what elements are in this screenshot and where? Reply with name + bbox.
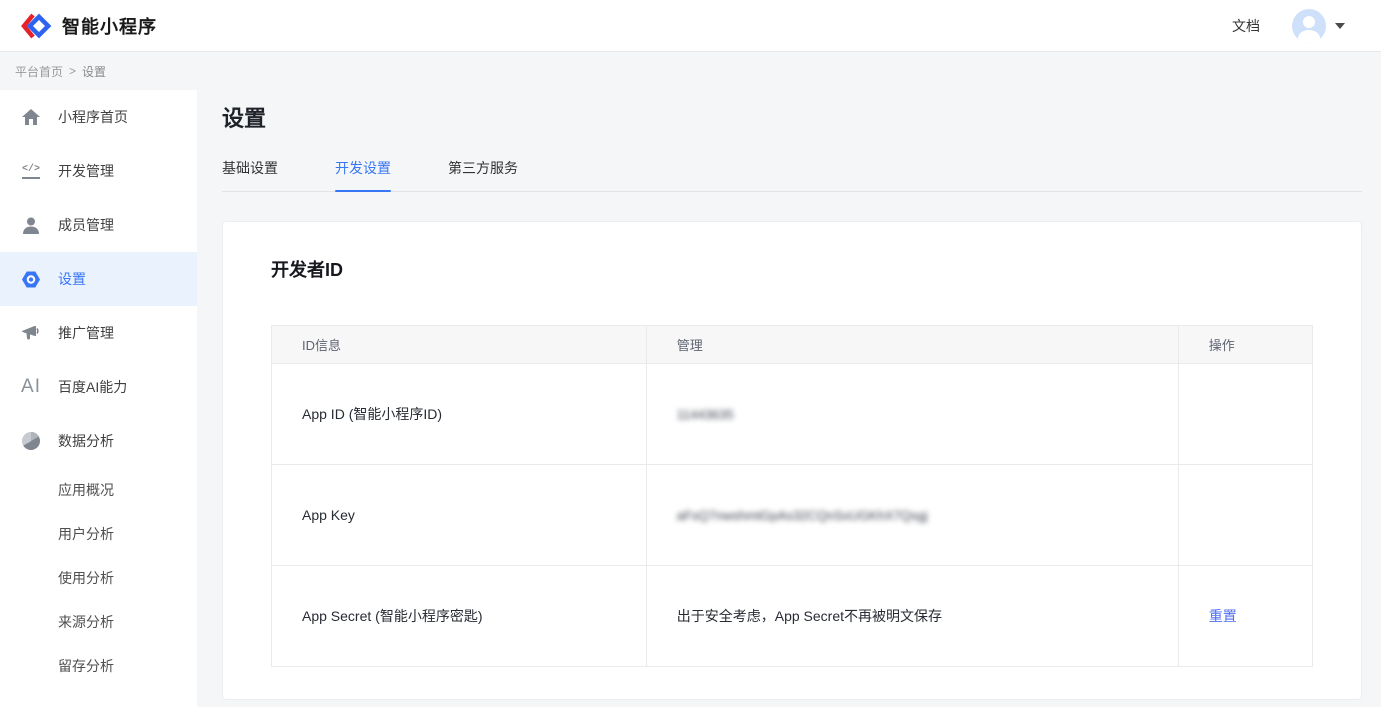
- tab-third-party[interactable]: 第三方服务: [448, 158, 518, 191]
- sidebar-subitem-retention-analysis[interactable]: 留存分析: [0, 644, 197, 688]
- docs-link[interactable]: 文档: [1232, 16, 1260, 36]
- sidebar-subitem-source-analysis[interactable]: 来源分析: [0, 600, 197, 644]
- brand-logo-icon: [20, 11, 52, 41]
- app-secret-label: App Secret (智能小程序密匙): [272, 566, 647, 667]
- top-header: 智能小程序 文档: [0, 0, 1381, 52]
- main-content: 设置 基础设置 开发设置 第三方服务 开发者ID ID信息 管理 操作: [197, 90, 1381, 707]
- column-header-action: 操作: [1178, 326, 1312, 364]
- sidebar-subitem-label: 来源分析: [58, 612, 114, 632]
- sidebar-subitem-app-overview[interactable]: 应用概况: [0, 468, 197, 512]
- page-title: 设置: [222, 104, 1362, 134]
- sidebar: 小程序首页 </> 开发管理 成员管理 设置 推广管理: [0, 90, 197, 707]
- sidebar-item-baidu-ai[interactable]: AI 百度AI能力: [0, 360, 197, 414]
- column-header-id-info: ID信息: [272, 326, 647, 364]
- app-key-value: aFsQ7nwshmtGpAs32CQnSxUGKhX7Qsgj: [677, 508, 928, 523]
- sidebar-subitem-user-analysis[interactable]: 用户分析: [0, 512, 197, 556]
- app-id-action-cell: [1178, 364, 1312, 465]
- sidebar-item-dev-manage[interactable]: </> 开发管理: [0, 144, 197, 198]
- table-row-app-secret: App Secret (智能小程序密匙) 出于安全考虑，App Secret不再…: [272, 566, 1313, 667]
- card-heading: 开发者ID: [271, 256, 1313, 282]
- sidebar-item-label: 成员管理: [58, 215, 114, 235]
- sidebar-subitem-label: 应用概况: [58, 480, 114, 500]
- ai-icon: AI: [22, 377, 40, 397]
- app-secret-note: 出于安全考虑，App Secret不再被明文保存: [677, 608, 942, 624]
- column-header-manage: 管理: [646, 326, 1178, 364]
- caret-down-icon[interactable]: [1335, 23, 1345, 29]
- tab-bar: 基础设置 开发设置 第三方服务: [222, 158, 1362, 192]
- sidebar-item-members[interactable]: 成员管理: [0, 198, 197, 252]
- app-key-action-cell: [1178, 465, 1312, 566]
- sidebar-subitem-label: 使用分析: [58, 568, 114, 588]
- reset-app-secret-link[interactable]: 重置: [1209, 608, 1237, 624]
- developer-id-table: ID信息 管理 操作 App ID (智能小程序ID) 11443635 App…: [271, 325, 1313, 667]
- brand[interactable]: 智能小程序: [20, 11, 157, 41]
- code-icon: </>: [22, 161, 40, 181]
- breadcrumb-separator: >: [69, 64, 76, 78]
- sidebar-item-label: 开发管理: [58, 161, 114, 181]
- sidebar-item-settings[interactable]: 设置: [0, 252, 197, 306]
- sidebar-item-home[interactable]: 小程序首页: [0, 90, 197, 144]
- sidebar-item-label: 推广管理: [58, 323, 114, 343]
- tab-basic-settings[interactable]: 基础设置: [222, 158, 278, 191]
- tab-dev-settings[interactable]: 开发设置: [335, 158, 391, 191]
- app-key-label: App Key: [272, 465, 647, 566]
- sidebar-subitem-label: 留存分析: [58, 656, 114, 676]
- app-id-label: App ID (智能小程序ID): [272, 364, 647, 465]
- developer-id-card: 开发者ID ID信息 管理 操作 App ID (智能小程序ID) 114436…: [222, 221, 1362, 700]
- sidebar-item-label: 小程序首页: [58, 107, 128, 127]
- sidebar-item-data-analysis[interactable]: 数据分析: [0, 414, 197, 468]
- sidebar-item-label: 设置: [58, 269, 86, 289]
- sidebar-item-label: 百度AI能力: [58, 377, 127, 397]
- account-menu[interactable]: [1292, 9, 1345, 43]
- sidebar-item-label: 数据分析: [58, 431, 114, 451]
- sidebar-item-promotion[interactable]: 推广管理: [0, 306, 197, 360]
- sidebar-subitem-usage-analysis[interactable]: 使用分析: [0, 556, 197, 600]
- home-icon: [22, 107, 40, 127]
- settings-icon: [22, 269, 40, 289]
- app-id-value: 11443635: [677, 407, 734, 422]
- pie-chart-icon: [22, 431, 40, 451]
- breadcrumb: 平台首页 > 设置: [0, 52, 1381, 90]
- breadcrumb-home[interactable]: 平台首页: [15, 63, 63, 80]
- brand-name: 智能小程序: [62, 13, 157, 39]
- avatar[interactable]: [1292, 9, 1326, 43]
- sidebar-subitem-label: 用户分析: [58, 524, 114, 544]
- table-header-row: ID信息 管理 操作: [272, 326, 1313, 364]
- table-row-app-id: App ID (智能小程序ID) 11443635: [272, 364, 1313, 465]
- member-icon: [22, 215, 40, 235]
- megaphone-icon: [22, 323, 40, 343]
- table-row-app-key: App Key aFsQ7nwshmtGpAs32CQnSxUGKhX7Qsgj: [272, 465, 1313, 566]
- breadcrumb-current: 设置: [82, 63, 106, 80]
